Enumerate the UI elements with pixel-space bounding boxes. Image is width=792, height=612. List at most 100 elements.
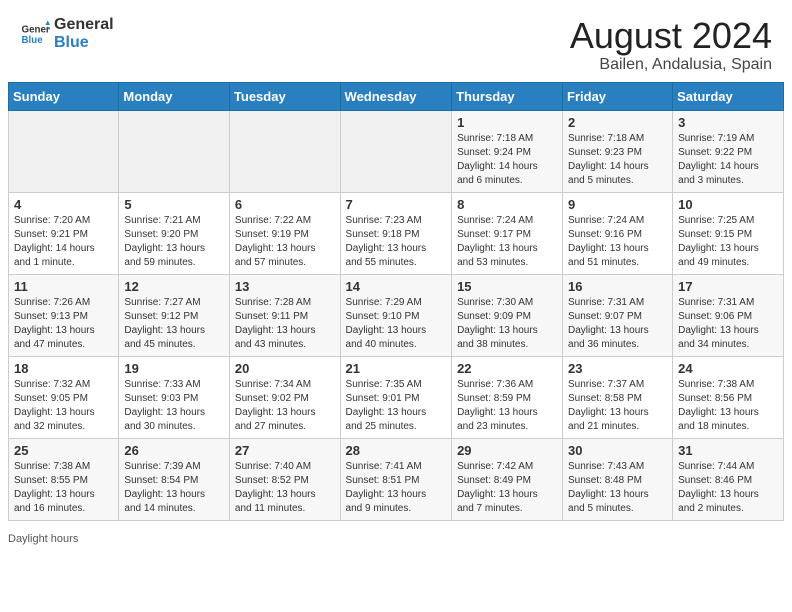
day-number: 21 — [346, 361, 447, 376]
calendar-cell: 20Sunrise: 7:34 AM Sunset: 9:02 PM Dayli… — [229, 356, 340, 438]
calendar-cell: 13Sunrise: 7:28 AM Sunset: 9:11 PM Dayli… — [229, 274, 340, 356]
footer-text: Daylight hours — [8, 533, 78, 545]
day-info: Sunrise: 7:21 AM Sunset: 9:20 PM Dayligh… — [124, 214, 224, 270]
day-info: Sunrise: 7:41 AM Sunset: 8:51 PM Dayligh… — [346, 460, 447, 516]
calendar-week-5: 25 Sunrise: 7:38 AM Sunset: 8:55 PM Dayli… — [9, 438, 784, 520]
calendar-cell: 30Sunrise: 7:43 AM Sunset: 8:48 PM Dayli… — [563, 438, 673, 520]
calendar-cell: 18 Sunrise: 7:32 AM Sunset: 9:05 PM Dayli… — [9, 356, 119, 438]
day-header-sunday: Sunday — [9, 82, 119, 110]
calendar-cell: 27Sunrise: 7:40 AM Sunset: 8:52 PM Dayli… — [229, 438, 340, 520]
calendar-cell: 5 Sunrise: 7:21 AM Sunset: 9:20 PM Daylig… — [119, 192, 230, 274]
day-number: 2 — [568, 115, 667, 130]
day-info: Sunrise: 7:37 AM Sunset: 8:58 PM Dayligh… — [568, 378, 667, 434]
day-info: Sunrise: 7:20 AM Sunset: 9:21 PM Dayligh… — [14, 214, 113, 270]
day-info: Sunrise: 7:29 AM Sunset: 9:10 PM Dayligh… — [346, 296, 447, 352]
day-info: Sunrise: 7:27 AM Sunset: 9:12 PM Dayligh… — [124, 296, 224, 352]
day-number: 8 — [457, 197, 557, 212]
day-number: 9 — [568, 197, 667, 212]
day-number: 23 — [568, 361, 667, 376]
day-info: Sunrise: 7:32 AM Sunset: 9:05 PM Dayligh… — [14, 378, 113, 434]
day-number: 10 — [678, 197, 778, 212]
day-info: Sunrise: 7:28 AM Sunset: 9:11 PM Dayligh… — [235, 296, 335, 352]
day-info: Sunrise: 7:40 AM Sunset: 8:52 PM Dayligh… — [235, 460, 335, 516]
page-title: August 2024 — [570, 16, 772, 56]
day-number: 19 — [124, 361, 224, 376]
day-header-friday: Friday — [563, 82, 673, 110]
calendar-cell: 9Sunrise: 7:24 AM Sunset: 9:16 PM Daylig… — [563, 192, 673, 274]
day-info: Sunrise: 7:24 AM Sunset: 9:17 PM Dayligh… — [457, 214, 557, 270]
calendar-cell: 1Sunrise: 7:18 AM Sunset: 9:24 PM Daylig… — [452, 110, 563, 192]
calendar-cell: 22Sunrise: 7:36 AM Sunset: 8:59 PM Dayli… — [452, 356, 563, 438]
calendar-cell: 4Sunrise: 7:20 AM Sunset: 9:21 PM Daylig… — [9, 192, 119, 274]
day-number: 29 — [457, 443, 557, 458]
calendar-cell: 23 Sunrise: 7:37 AM Sunset: 8:58 PM Dayli… — [563, 356, 673, 438]
calendar-table: SundayMondayTuesdayWednesdayThursdayFrid… — [8, 82, 784, 521]
day-info: Sunrise: 7:35 AM Sunset: 9:01 PM Dayligh… — [346, 378, 447, 434]
day-number: 26 — [124, 443, 224, 458]
day-info: Sunrise: 7:38 AM Sunset: 8:55 PM Dayligh… — [14, 460, 113, 516]
day-number: 28 — [346, 443, 447, 458]
calendar-cell: 2Sunrise: 7:18 AM Sunset: 9:23 PM Daylig… — [563, 110, 673, 192]
day-info: Sunrise: 7:34 AM Sunset: 9:02 PM Dayligh… — [235, 378, 335, 434]
calendar-cell: 10Sunrise: 7:25 AM Sunset: 9:15 PM Dayli… — [673, 192, 784, 274]
calendar-cell — [340, 110, 452, 192]
day-number: 16 — [568, 279, 667, 294]
day-number: 22 — [457, 361, 557, 376]
day-info: Sunrise: 7:19 AM Sunset: 9:22 PM Dayligh… — [678, 132, 778, 188]
calendar-header: SundayMondayTuesdayWednesdayThursdayFrid… — [9, 82, 784, 110]
day-info: Sunrise: 7:43 AM Sunset: 8:48 PM Dayligh… — [568, 460, 667, 516]
calendar-cell: 7Sunrise: 7:23 AM Sunset: 9:18 PM Daylig… — [340, 192, 452, 274]
calendar-cell: 16 Sunrise: 7:31 AM Sunset: 9:07 PM Dayli… — [563, 274, 673, 356]
title-block: August 2024 Bailen, Andalusia, Spain — [570, 16, 772, 74]
day-number: 1 — [457, 115, 557, 130]
page-subtitle: Bailen, Andalusia, Spain — [570, 56, 772, 74]
calendar-week-4: 18 Sunrise: 7:32 AM Sunset: 9:05 PM Dayli… — [9, 356, 784, 438]
day-number: 12 — [124, 279, 224, 294]
day-number: 24 — [678, 361, 778, 376]
svg-text:General: General — [22, 24, 51, 35]
calendar-cell: 28 Sunrise: 7:41 AM Sunset: 8:51 PM Dayli… — [340, 438, 452, 520]
calendar-week-2: 4Sunrise: 7:20 AM Sunset: 9:21 PM Daylig… — [9, 192, 784, 274]
calendar-cell: 12 Sunrise: 7:27 AM Sunset: 9:12 PM Dayli… — [119, 274, 230, 356]
logo-blue: Blue — [54, 34, 114, 52]
day-info: Sunrise: 7:31 AM Sunset: 9:07 PM Dayligh… — [568, 296, 667, 352]
day-number: 6 — [235, 197, 335, 212]
calendar-cell: 29 Sunrise: 7:42 AM Sunset: 8:49 PM Dayli… — [452, 438, 563, 520]
day-number: 18 — [14, 361, 113, 376]
day-number: 17 — [678, 279, 778, 294]
page-header: General Blue General Blue August 2024 Ba… — [0, 0, 792, 82]
calendar-week-1: 1Sunrise: 7:18 AM Sunset: 9:24 PM Daylig… — [9, 110, 784, 192]
day-info: Sunrise: 7:23 AM Sunset: 9:18 PM Dayligh… — [346, 214, 447, 270]
day-number: 14 — [346, 279, 447, 294]
day-info: Sunrise: 7:39 AM Sunset: 8:54 PM Dayligh… — [124, 460, 224, 516]
day-number: 15 — [457, 279, 557, 294]
day-number: 5 — [124, 197, 224, 212]
day-number: 25 — [14, 443, 113, 458]
day-info: Sunrise: 7:30 AM Sunset: 9:09 PM Dayligh… — [457, 296, 557, 352]
day-info: Sunrise: 7:42 AM Sunset: 8:49 PM Dayligh… — [457, 460, 557, 516]
day-info: Sunrise: 7:38 AM Sunset: 8:56 PM Dayligh… — [678, 378, 778, 434]
calendar-cell: 21 Sunrise: 7:35 AM Sunset: 9:01 PM Dayli… — [340, 356, 452, 438]
logo-icon: General Blue — [20, 19, 50, 49]
calendar-cell — [9, 110, 119, 192]
day-info: Sunrise: 7:26 AM Sunset: 9:13 PM Dayligh… — [14, 296, 113, 352]
footer: Daylight hours — [0, 529, 792, 549]
day-number: 11 — [14, 279, 113, 294]
calendar-cell: 31 Sunrise: 7:44 AM Sunset: 8:46 PM Dayli… — [673, 438, 784, 520]
calendar-cell: 24 Sunrise: 7:38 AM Sunset: 8:56 PM Dayli… — [673, 356, 784, 438]
day-header-monday: Monday — [119, 82, 230, 110]
day-number: 31 — [678, 443, 778, 458]
calendar-cell: 15 Sunrise: 7:30 AM Sunset: 9:09 PM Dayli… — [452, 274, 563, 356]
calendar-cell: 17 Sunrise: 7:31 AM Sunset: 9:06 PM Dayli… — [673, 274, 784, 356]
day-info: Sunrise: 7:44 AM Sunset: 8:46 PM Dayligh… — [678, 460, 778, 516]
day-info: Sunrise: 7:33 AM Sunset: 9:03 PM Dayligh… — [124, 378, 224, 434]
calendar-cell: 3Sunrise: 7:19 AM Sunset: 9:22 PM Daylig… — [673, 110, 784, 192]
calendar-cell — [119, 110, 230, 192]
calendar-cell: 25 Sunrise: 7:38 AM Sunset: 8:55 PM Dayli… — [9, 438, 119, 520]
calendar-wrapper: SundayMondayTuesdayWednesdayThursdayFrid… — [0, 82, 792, 529]
day-header-wednesday: Wednesday — [340, 82, 452, 110]
calendar-week-3: 11 Sunrise: 7:26 AM Sunset: 9:13 PM Dayli… — [9, 274, 784, 356]
day-header-saturday: Saturday — [673, 82, 784, 110]
day-header-tuesday: Tuesday — [229, 82, 340, 110]
day-info: Sunrise: 7:31 AM Sunset: 9:06 PM Dayligh… — [678, 296, 778, 352]
